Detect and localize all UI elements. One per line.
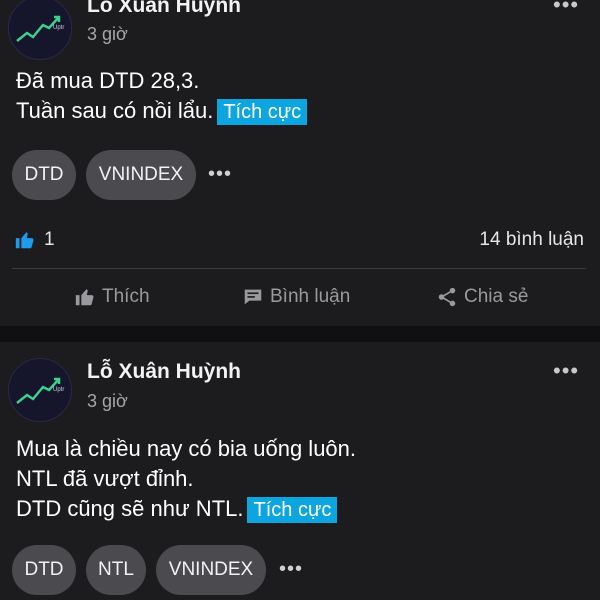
tag-chip-vnindex[interactable]: VNINDEX [156, 545, 266, 595]
author-avatar[interactable]: Uptr [8, 0, 72, 60]
content-line: Mua là chiều nay có bia uống luôn. [16, 436, 357, 461]
like-count: 1 [44, 229, 55, 250]
tags-more-button[interactable]: ••• [279, 558, 303, 581]
tag-chip-dtd[interactable]: DTD [12, 150, 76, 200]
content-line: NTL đã vượt đỉnh. [16, 466, 194, 491]
post-time: 3 giờ [87, 24, 128, 44]
post-more-button[interactable]: ••• [553, 360, 579, 382]
comment-count[interactable]: 14 bình luận [479, 229, 584, 251]
tag-chip-dtd[interactable]: DTD [12, 545, 76, 595]
content-line-text: DTD cũng sẽ như NTL. [16, 496, 244, 521]
uptrend-logo-icon: Uptr [9, 359, 71, 421]
post-content: Mua là chiều nay có bia uống luôn. NTL đ… [16, 434, 356, 524]
svg-text:Uptr: Uptr [53, 25, 64, 31]
thumbs-up-filled-icon [15, 232, 34, 249]
uptrend-logo-icon: Uptr [9, 0, 71, 59]
author-name[interactable]: Lỗ Xuân Huỳnh [87, 360, 241, 384]
post-content: Đã mua DTD 28,3. Tuần sau có nồi lẩu. Tíc… [16, 66, 308, 126]
author-name[interactable]: Lỗ Xuân Huỳnh [87, 0, 241, 18]
like-count-row: 1 [14, 229, 55, 251]
comment-icon [244, 289, 262, 305]
thumbs-up-icon [75, 289, 94, 306]
content-line-text: Tuần sau có nồi lẩu. [16, 98, 214, 123]
like-label: Thích [102, 286, 150, 307]
comment-button[interactable]: Bình luận [242, 286, 350, 308]
post-more-button[interactable]: ••• [553, 0, 579, 16]
tag-chip-ntl[interactable]: NTL [86, 545, 146, 595]
share-label: Chia sẻ [464, 286, 529, 307]
content-line: Đã mua DTD 28,3. [16, 68, 200, 93]
svg-text:Uptr: Uptr [53, 387, 64, 393]
comment-label: Bình luận [270, 286, 351, 307]
share-icon [438, 287, 456, 307]
like-button[interactable]: Thích [74, 286, 150, 308]
share-button[interactable]: Chia sẻ [436, 286, 528, 308]
post-separator [0, 326, 600, 342]
content-line: Tuần sau có nồi lẩu. Tích cực [16, 96, 308, 126]
author-avatar[interactable]: Uptr [8, 358, 72, 422]
divider [12, 268, 586, 269]
sentiment-badge[interactable]: Tích cực [247, 497, 338, 523]
post-time: 3 giờ [87, 391, 128, 411]
sentiment-badge[interactable]: Tích cực [217, 99, 308, 125]
tag-chip-vnindex[interactable]: VNINDEX [86, 150, 196, 200]
content-line: DTD cũng sẽ như NTL. Tích cực [16, 494, 356, 524]
tags-more-button[interactable]: ••• [208, 163, 232, 186]
